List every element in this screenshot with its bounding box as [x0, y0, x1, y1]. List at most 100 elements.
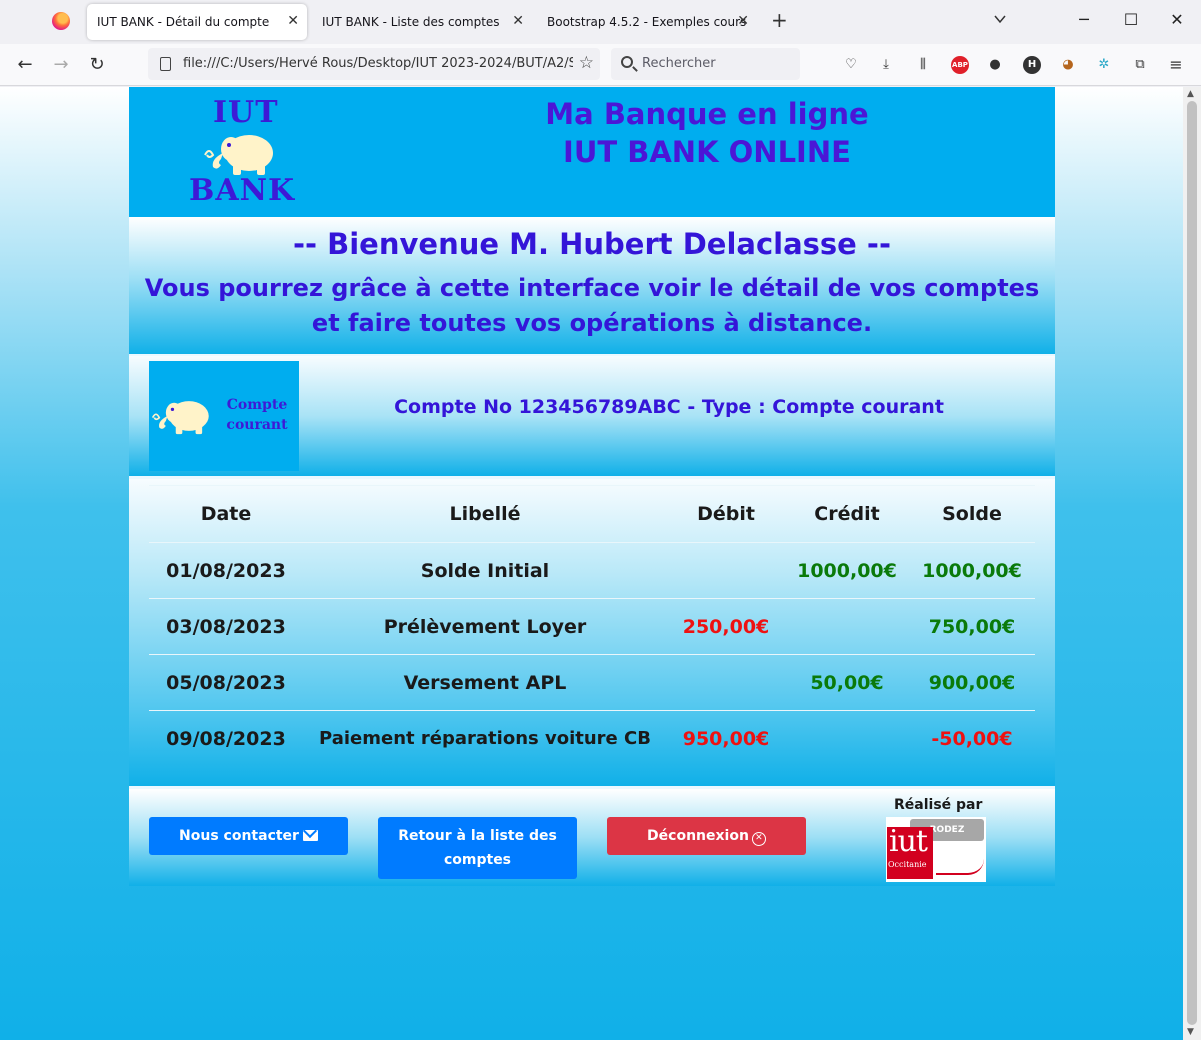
- puzzle-color-icon[interactable]: ✲: [1094, 55, 1114, 75]
- iut-letters: iut: [889, 824, 928, 859]
- row-credit: [785, 598, 909, 655]
- row-debit: [667, 654, 785, 711]
- close-icon[interactable]: ✕: [287, 14, 299, 28]
- row-label: Solde Initial: [303, 542, 667, 599]
- iut-bank-logo: IUT BANK: [189, 95, 309, 208]
- header-credit: Crédit: [785, 485, 909, 543]
- back-to-list-label: Retour à la liste des comptes: [398, 828, 557, 868]
- row-date: 01/08/2023: [149, 542, 303, 599]
- url-bar[interactable]: file:///C:/Users/Hervé Rous/Desktop/IUT …: [148, 48, 600, 80]
- row-debit: [667, 542, 785, 599]
- row-debit: 250,00€: [667, 598, 785, 655]
- welcome-section: -- Bienvenue M. Hubert Delaclasse -- Vou…: [129, 217, 1055, 354]
- tab-title: Bootstrap 4.5.2 - Exemples cours: [547, 15, 747, 29]
- tab-detail-compte[interactable]: IUT BANK - Détail du compte ✕: [87, 4, 307, 40]
- account-title: Compte No 123456789ABC - Type : Compte c…: [394, 396, 944, 418]
- operations-table: Date Libellé Débit Crédit Solde 01/08/20…: [149, 485, 1035, 767]
- browser-tab-bar: IUT BANK - Détail du compte ✕ IUT BANK -…: [0, 0, 1201, 44]
- window-close-icon[interactable]: ✕: [1167, 10, 1187, 30]
- row-date: 03/08/2023: [149, 598, 303, 655]
- close-icon[interactable]: ✕: [512, 14, 524, 28]
- firefox-icon[interactable]: [52, 12, 70, 30]
- made-by-label: Réalisé par: [894, 797, 983, 813]
- scroll-thumb[interactable]: [1187, 101, 1197, 1025]
- page-icon: [160, 57, 171, 71]
- site-title: Ma Banque en ligne IUT BANK ONLINE: [489, 95, 925, 171]
- welcome-title: -- Bienvenue M. Hubert Delaclasse --: [292, 227, 892, 261]
- scroll-up-icon[interactable]: ▲: [1187, 89, 1194, 99]
- iut-region: Occitanie: [888, 860, 927, 869]
- page-container: IUT BANK Ma Banque en ligne IUT BANK ONL…: [129, 87, 1055, 886]
- tab-title: IUT BANK - Liste des comptes: [322, 15, 500, 29]
- tab-liste-comptes[interactable]: IUT BANK - Liste des comptes ✕: [312, 4, 532, 40]
- row-date: 05/08/2023: [149, 654, 303, 711]
- row-label: Prélèvement Loyer: [303, 598, 667, 655]
- contact-button[interactable]: Nous contacter: [149, 817, 348, 855]
- iut-rodez-logo[interactable]: RODEZ iut Occitanie: [886, 817, 986, 882]
- row-balance: 750,00€: [909, 598, 1035, 655]
- cookie-icon[interactable]: ◕: [1058, 55, 1078, 75]
- row-label: Paiement réparations voiture CB: [303, 710, 667, 767]
- close-icon[interactable]: ✕: [737, 14, 749, 28]
- iut-curve: [936, 859, 984, 875]
- download-icon[interactable]: ⤓: [876, 55, 896, 75]
- page-viewport: IUT BANK Ma Banque en ligne IUT BANK ONL…: [0, 87, 1183, 1040]
- logo-top-text: IUT: [213, 95, 279, 130]
- pocket-icon[interactable]: ♡: [841, 55, 861, 75]
- reload-icon[interactable]: ↻: [86, 54, 108, 76]
- page-scrollbar[interactable]: ▲ ▼: [1183, 87, 1201, 1040]
- forward-icon[interactable]: →: [50, 54, 72, 76]
- site-title-line1: Ma Banque en ligne: [545, 97, 869, 131]
- bookmark-star-icon[interactable]: ☆: [579, 53, 594, 73]
- back-to-list-button[interactable]: Retour à la liste des comptes: [378, 817, 577, 879]
- row-date: 09/08/2023: [149, 710, 303, 767]
- row-balance: 900,00€: [909, 654, 1035, 711]
- welcome-text: Vous pourrez grâce à cette interface voi…: [144, 274, 1040, 337]
- logo-bottom-text: BANK: [189, 173, 296, 208]
- table-row: 05/08/2023 Versement APL 50,00€ 900,00€: [149, 654, 1035, 711]
- account-image: Compte courant: [149, 361, 299, 471]
- row-label: Versement APL: [303, 654, 667, 711]
- minimize-icon[interactable]: ─: [1074, 10, 1094, 30]
- account-section: Compte courant Compte No 123456789ABC - …: [129, 354, 1055, 476]
- row-credit: 50,00€: [785, 654, 909, 711]
- site-header: IUT BANK Ma Banque en ligne IUT BANK ONL…: [129, 87, 1055, 217]
- extensions-icon[interactable]: ⧉: [1130, 55, 1150, 75]
- adblock-icon[interactable]: ABP: [951, 56, 969, 74]
- header-label: Libellé: [303, 485, 667, 543]
- table-header-row: Date Libellé Débit Crédit Solde: [149, 485, 1035, 543]
- logout-button[interactable]: Déconnexion ✕: [607, 817, 806, 855]
- site-footer: Nous contacter Retour à la liste des com…: [129, 786, 1055, 886]
- account-image-label: Compte courant: [226, 397, 288, 433]
- row-credit: 1000,00€: [785, 542, 909, 599]
- elephant-icon: [151, 401, 209, 435]
- extension-icon[interactable]: ●: [985, 55, 1005, 75]
- url-text[interactable]: file:///C:/Users/Hervé Rous/Desktop/IUT …: [183, 56, 573, 71]
- chevron-down-icon[interactable]: [993, 12, 1007, 26]
- contact-button-label: Nous contacter: [179, 828, 299, 844]
- search-bar[interactable]: Rechercher: [611, 48, 800, 80]
- library-icon[interactable]: ⫼: [913, 55, 933, 75]
- logout-button-label: Déconnexion: [647, 828, 749, 844]
- elephant-icon: [204, 135, 273, 175]
- operations-section: Date Libellé Débit Crédit Solde 01/08/20…: [129, 476, 1055, 786]
- maximize-icon[interactable]: ☐: [1121, 10, 1141, 30]
- back-icon[interactable]: ←: [14, 54, 36, 76]
- scroll-down-icon[interactable]: ▼: [1187, 1027, 1194, 1037]
- table-row: 09/08/2023 Paiement réparations voiture …: [149, 710, 1035, 767]
- menu-icon[interactable]: ≡: [1166, 55, 1186, 75]
- table-row: 03/08/2023 Prélèvement Loyer 250,00€ 750…: [149, 598, 1035, 655]
- row-debit: 950,00€: [667, 710, 785, 767]
- header-balance: Solde: [909, 485, 1035, 543]
- tab-bootstrap[interactable]: Bootstrap 4.5.2 - Exemples cours ✕: [537, 4, 757, 40]
- new-tab-icon[interactable]: +: [771, 10, 788, 30]
- site-title-line2: IUT BANK ONLINE: [563, 135, 851, 169]
- row-balance: 1000,00€: [909, 542, 1035, 599]
- header-date: Date: [149, 485, 303, 543]
- search-icon: [621, 56, 633, 68]
- h-icon[interactable]: H: [1023, 56, 1041, 74]
- envelope-icon: [302, 830, 318, 841]
- search-placeholder: Rechercher: [642, 56, 716, 71]
- table-row: 01/08/2023 Solde Initial 1000,00€ 1000,0…: [149, 542, 1035, 599]
- circle-x-icon: ✕: [751, 832, 766, 846]
